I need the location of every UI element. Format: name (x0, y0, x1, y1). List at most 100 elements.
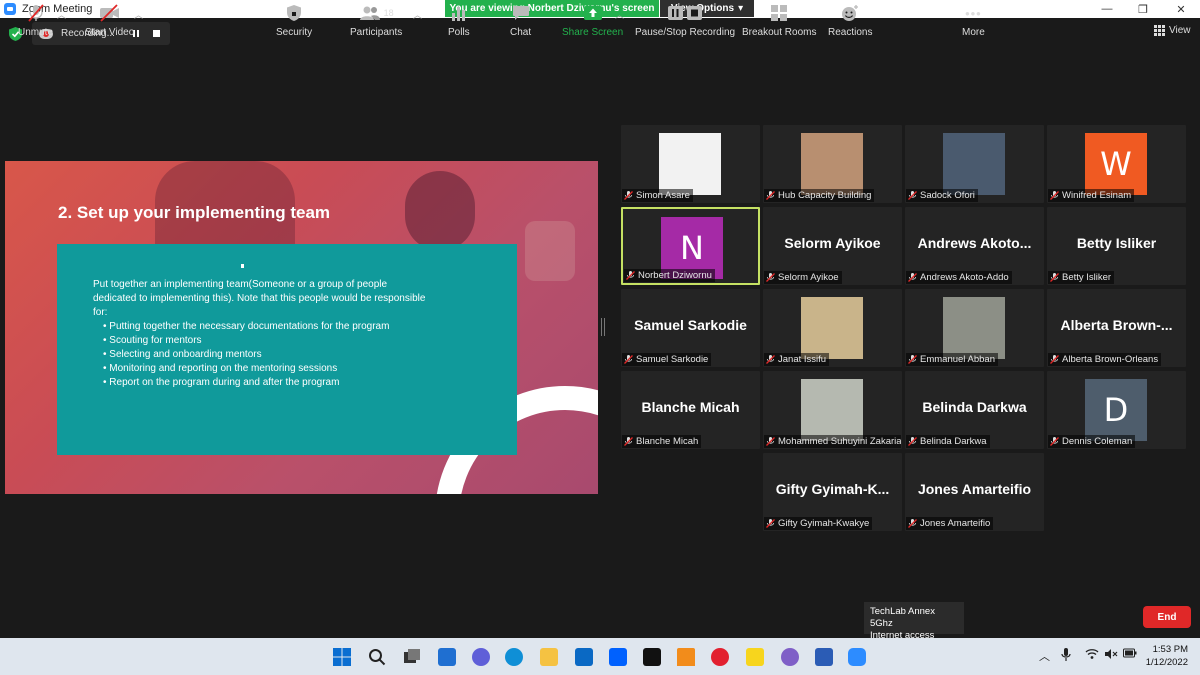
participants-icon: 18 (359, 4, 394, 22)
mic-muted-icon (624, 355, 633, 364)
pause-stop-recording-button[interactable]: Pause/Stop Recording (635, 4, 735, 38)
participant-video-feed (943, 297, 1005, 359)
mic-muted-icon (624, 437, 633, 446)
participant-tile[interactable]: Samuel Sarkodie Samuel Sarkodie (621, 289, 760, 367)
word-icon[interactable] (815, 648, 833, 666)
shield-icon (286, 4, 302, 22)
participant-tile[interactable]: Belinda Darkwa Belinda Darkwa (905, 371, 1044, 449)
share-screen-button[interactable]: Share Screen (562, 4, 623, 38)
breakout-rooms-icon (770, 4, 788, 22)
participant-tile[interactable]: Jones Amarteifio Jones Amarteifio (905, 453, 1044, 531)
maximize-button[interactable]: ❐ (1124, 0, 1162, 18)
mic-muted-icon (624, 191, 633, 200)
mic-muted-icon (908, 355, 917, 364)
stop-recording-icon[interactable] (152, 30, 160, 37)
close-button[interactable]: ✕ (1162, 0, 1200, 18)
pause-stop-recording-icon (667, 4, 703, 22)
reactions-button[interactable]: Reactions (828, 4, 872, 38)
shared-screen-slide: 2. Set up your implementing team Put tog… (5, 161, 598, 494)
slide-bullet: Selecting and onboarding mentors (103, 348, 497, 362)
participant-name: Blanche Micah (636, 436, 699, 447)
chat-button[interactable]: Chat (510, 4, 531, 38)
participants-count: 18 (383, 8, 394, 18)
vlc-icon[interactable] (677, 648, 695, 666)
edge-browser-icon[interactable] (505, 648, 523, 666)
search-icon[interactable] (368, 648, 386, 666)
participant-tile[interactable]: Betty Isliker Betty Isliker (1047, 207, 1186, 285)
opera-icon[interactable] (711, 648, 729, 666)
participant-name: Jones Amarteifio (920, 518, 991, 529)
app-icon[interactable] (643, 648, 661, 666)
unmute-button[interactable]: Unmute (18, 4, 53, 38)
split-resize-handle[interactable] (601, 318, 605, 336)
participant-tile[interactable]: W Winifred Esinam (1047, 125, 1186, 203)
app-badge-icon[interactable] (781, 648, 799, 666)
tray-overflow-chevron-icon[interactable]: ︿ (1039, 648, 1050, 664)
security-button[interactable]: Security (276, 4, 312, 38)
more-button[interactable]: ••• More (962, 4, 985, 39)
microphone-tray-icon[interactable] (1061, 648, 1071, 665)
battery-icon[interactable] (1123, 648, 1137, 661)
system-clock[interactable]: 1:53 PM 1/12/2022 (1140, 643, 1188, 669)
participant-name: Hub Capacity Building (778, 190, 872, 201)
zoom-taskbar-icon[interactable] (848, 648, 866, 666)
dropbox-icon[interactable] (609, 648, 627, 666)
participant-display-name: Betty Isliker (1076, 235, 1157, 251)
task-view-icon[interactable] (403, 648, 421, 666)
participant-tile[interactable]: Andrews Akoto... Andrews Akoto-Addo (905, 207, 1044, 285)
participant-tile[interactable]: Blanche Micah Blanche Micah (621, 371, 760, 449)
breakout-rooms-button[interactable]: Breakout Rooms (742, 4, 816, 38)
start-video-button[interactable]: Start Video (85, 4, 134, 38)
participant-name-tag: Alberta Brown-Orleans (1048, 353, 1162, 366)
participant-video-feed (801, 297, 863, 359)
mic-muted-icon (908, 273, 917, 282)
video-options-caret-icon[interactable]: ︿ (134, 8, 143, 21)
participant-tile[interactable]: Janat Issifu (763, 289, 902, 367)
participant-display-name: Alberta Brown-... (1060, 317, 1173, 333)
windows-start-icon[interactable] (333, 648, 351, 666)
participant-tile[interactable]: D Dennis Coleman (1047, 371, 1186, 449)
start-video-label: Start Video (85, 27, 135, 38)
participant-name: Janat Issifu (778, 354, 827, 365)
file-explorer-icon[interactable] (540, 648, 558, 666)
participants-button[interactable]: 18 Participants (350, 4, 402, 38)
participant-tile[interactable]: Gifty Gyimah-K... Gifty Gyimah-Kwakye (763, 453, 902, 531)
participant-tile[interactable]: Simon Asare (621, 125, 760, 203)
view-layout-button[interactable]: View (1154, 25, 1191, 36)
participant-tile[interactable]: Selorm Ayikoe Selorm Ayikoe (763, 207, 902, 285)
slide-title: 2. Set up your implementing team (58, 203, 331, 222)
sticky-notes-icon[interactable] (746, 648, 764, 666)
participants-caret-icon[interactable]: ︿ (413, 8, 422, 21)
participant-name: Samuel Sarkodie (636, 354, 709, 365)
polls-icon (451, 4, 467, 22)
participant-tile[interactable]: Mohammed Suhuyini Zakaria (763, 371, 902, 449)
participant-display-name: Samuel Sarkodie (634, 317, 747, 333)
view-label: View (1169, 25, 1191, 36)
participant-tile[interactable]: Alberta Brown-... Alberta Brown-Orleans (1047, 289, 1186, 367)
participant-tile[interactable]: N Norbert Dziwornu (621, 207, 760, 285)
participant-name-tag: Belinda Darkwa (906, 435, 990, 448)
mail-icon[interactable] (575, 648, 593, 666)
minimize-button[interactable]: — (1088, 0, 1126, 18)
chat-label: Chat (510, 27, 532, 38)
polls-button[interactable]: Polls (448, 4, 470, 38)
end-meeting-button[interactable]: End (1143, 606, 1191, 628)
widgets-icon[interactable] (438, 648, 456, 666)
mic-muted-icon (908, 437, 917, 446)
participant-tile[interactable]: Emmanuel Abban (905, 289, 1044, 367)
participant-display-name: Jones Amarteifio (917, 481, 1032, 497)
volume-muted-icon[interactable] (1104, 648, 1118, 663)
reactions-label: Reactions (828, 27, 873, 38)
audio-options-caret-icon[interactable]: ︿ (57, 8, 66, 21)
mic-muted-icon (766, 355, 775, 364)
security-label: Security (276, 27, 313, 38)
participant-tile[interactable]: Hub Capacity Building (763, 125, 902, 203)
wifi-icon[interactable] (1085, 648, 1099, 663)
more-dots-icon: ••• (965, 5, 982, 21)
participant-name-tag: Norbert Dziwornu (624, 269, 715, 282)
wifi-network-name: TechLab Annex 5Ghz (870, 606, 935, 629)
share-options-caret-icon[interactable]: ︿ (615, 8, 624, 21)
teams-chat-icon[interactable] (472, 648, 490, 666)
participant-tile[interactable]: Sadock Ofori (905, 125, 1044, 203)
share-screen-label: Share Screen (562, 27, 624, 38)
